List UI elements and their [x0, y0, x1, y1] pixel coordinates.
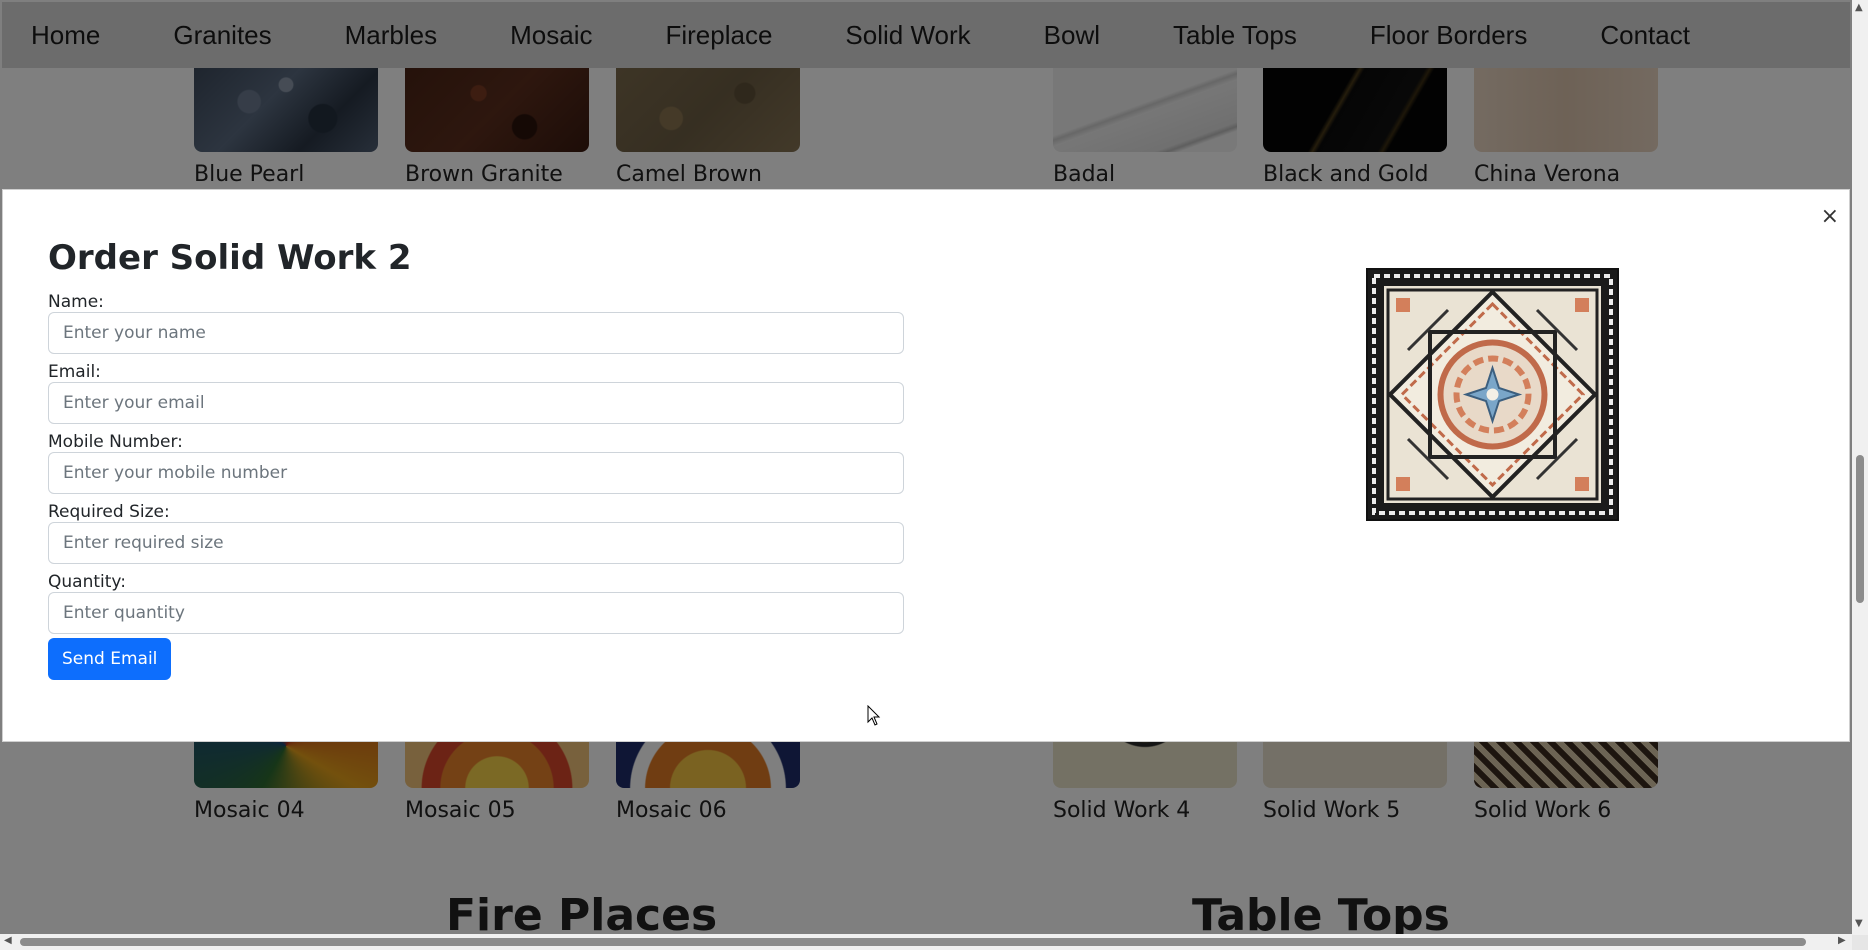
name-label: Name: [48, 292, 104, 312]
size-label: Required Size: [48, 502, 170, 522]
product-image [1366, 268, 1619, 521]
scroll-right-arrow-icon[interactable]: ▶ [1838, 935, 1846, 946]
mobile-label: Mobile Number: [48, 432, 183, 452]
vertical-scroll-thumb[interactable] [1856, 455, 1864, 603]
mouse-pointer-icon [867, 705, 881, 726]
modal-title: Order Solid Work 2 [48, 238, 412, 278]
email-label: Email: [48, 362, 101, 382]
send-email-button[interactable]: Send Email [48, 638, 172, 680]
quantity-label: Quantity: [48, 572, 126, 592]
scroll-up-arrow-icon[interactable]: ▲ [1855, 2, 1863, 13]
scroll-down-arrow-icon[interactable]: ▼ [1855, 918, 1863, 929]
order-modal: × Order Solid Work 2 Name: Email: Mobile… [2, 189, 1850, 742]
close-icon[interactable]: × [1821, 206, 1839, 228]
vertical-scrollbar[interactable]: ▲ ▼ [1852, 0, 1868, 935]
name-input[interactable] [48, 312, 904, 354]
mobile-input[interactable] [48, 452, 904, 494]
scrollbar-corner [1852, 935, 1868, 950]
quantity-input[interactable] [48, 592, 904, 634]
horizontal-scrollbar[interactable]: ◀ ▶ [0, 934, 1852, 950]
scroll-left-arrow-icon[interactable]: ◀ [4, 935, 12, 946]
mosaic-pattern-image [1368, 270, 1617, 519]
order-form: Name: Email: Mobile Number: Required Siz… [48, 292, 904, 680]
horizontal-scroll-thumb[interactable] [20, 938, 1806, 946]
email-input[interactable] [48, 382, 904, 424]
size-input[interactable] [48, 522, 904, 564]
